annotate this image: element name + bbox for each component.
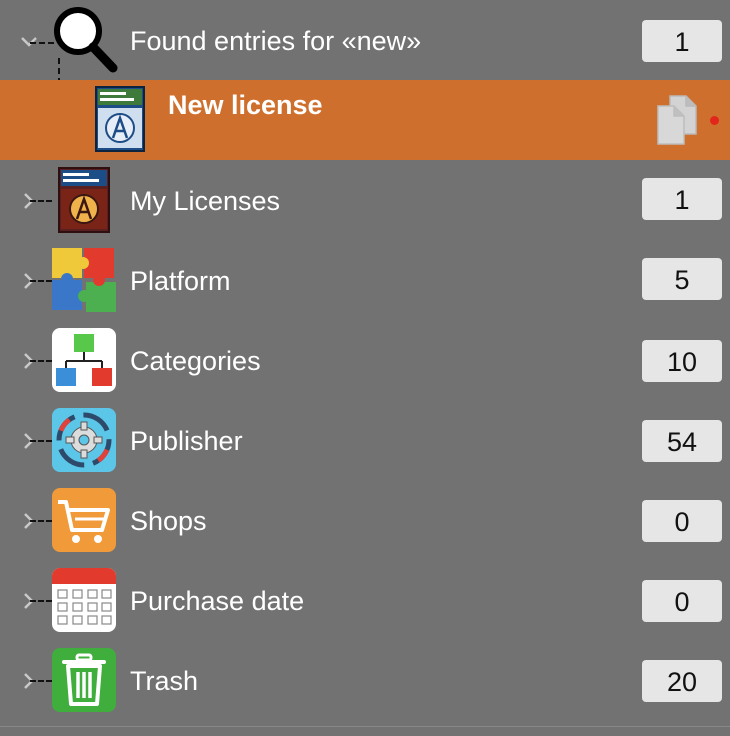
gear-icon — [52, 408, 116, 472]
bottom-divider — [0, 726, 730, 727]
sidebar-item-label: Categories — [130, 346, 261, 376]
count-badge: 10 — [642, 340, 722, 382]
chevron-down-icon[interactable] — [18, 30, 40, 52]
tree-connector — [30, 600, 52, 602]
search-group-row[interactable]: Found entries for «new» 1 — [0, 0, 730, 80]
tree-connector — [30, 680, 52, 682]
sidebar-item-label: Trash — [130, 666, 199, 696]
sidebar-item-label: Purchase date — [130, 586, 305, 616]
category-tree-icon — [52, 328, 116, 392]
search-count-badge: 1 — [642, 20, 722, 62]
count-badge: 54 — [642, 420, 722, 462]
search-group-label: Found entries for «new» — [130, 26, 422, 56]
count-badge: 1 — [642, 178, 722, 220]
calendar-icon — [52, 568, 116, 632]
result-label: New license — [168, 90, 323, 120]
puzzle-icon — [52, 248, 116, 312]
sidebar-item-publisher[interactable]: Publisher 54 — [0, 400, 730, 480]
cart-icon — [52, 488, 116, 552]
sidebar-item-purchase-date[interactable]: Purchase date 0 — [0, 560, 730, 640]
sidebar-item-my-licenses[interactable]: My Licenses 1 — [0, 160, 730, 240]
sidebar-item-trash[interactable]: Trash 20 — [0, 640, 730, 720]
sidebar-item-label: Publisher — [130, 426, 243, 456]
sidebar-item-label: Platform — [130, 266, 231, 296]
count-badge: 0 — [642, 580, 722, 622]
sidebar-item-platform[interactable]: Platform 5 — [0, 240, 730, 320]
result-row-selected[interactable]: New license — [0, 80, 730, 160]
tree-connector — [30, 440, 52, 442]
license-box-icon — [58, 167, 110, 233]
magnifier-icon — [54, 7, 118, 73]
sidebar-item-categories[interactable]: Categories 10 — [0, 320, 730, 400]
tree-connector — [30, 360, 52, 362]
sidebar-item-label: Shops — [130, 506, 207, 536]
tree-connector — [30, 280, 52, 282]
copy-icon[interactable] — [656, 94, 700, 146]
trash-icon — [52, 648, 116, 712]
count-badge: 5 — [642, 258, 722, 300]
sidebar-item-shops[interactable]: Shops 0 — [0, 480, 730, 560]
count-badge: 0 — [642, 500, 722, 542]
count-badge: 20 — [642, 660, 722, 702]
tree-connector — [30, 520, 52, 522]
sidebar-item-label: My Licenses — [130, 186, 281, 216]
unsaved-dot — [710, 116, 719, 125]
tree-connector — [30, 200, 52, 202]
license-box-icon — [95, 86, 145, 152]
